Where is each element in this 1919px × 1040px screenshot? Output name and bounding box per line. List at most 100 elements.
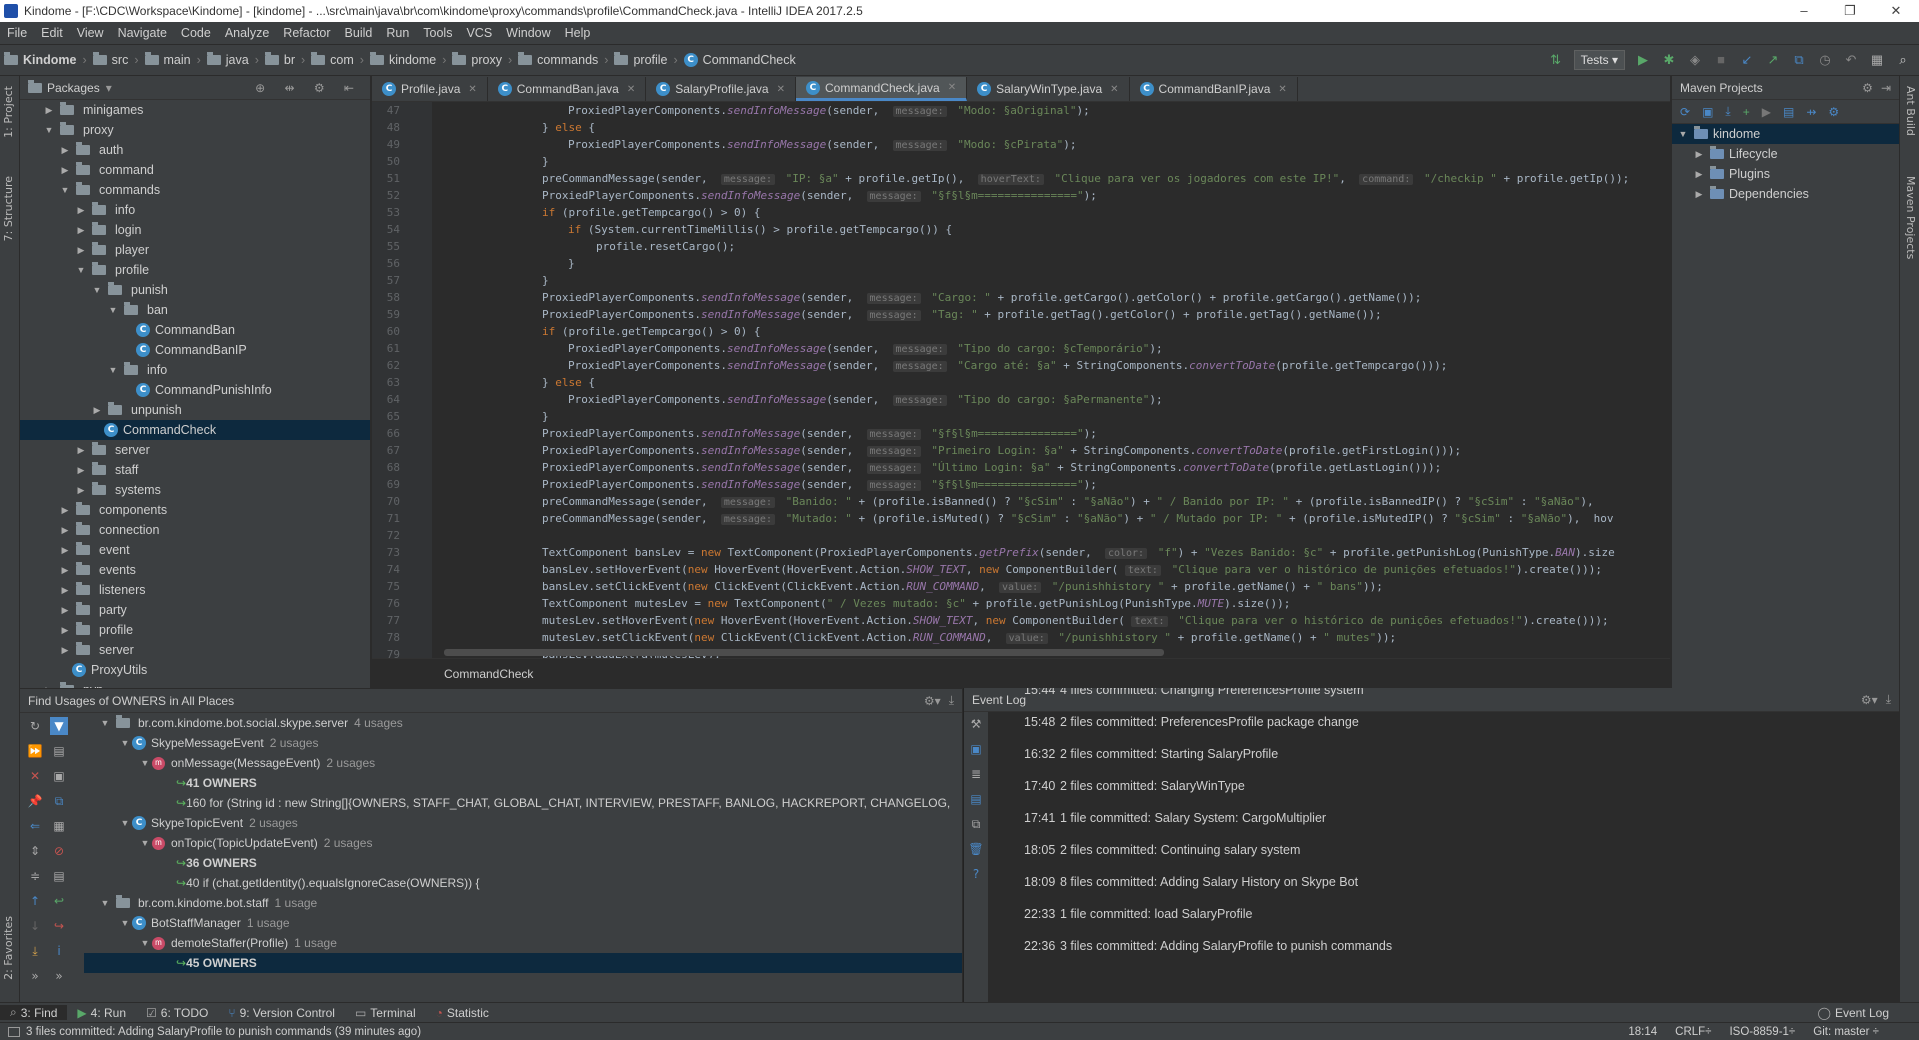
find-result-row[interactable]: ▼ C SkypeMessageEvent 2 usages xyxy=(84,733,962,753)
group-icon[interactable]: ▤ xyxy=(50,742,68,760)
rerun-icon[interactable]: ↻ xyxy=(26,717,44,735)
expanded-arrow-icon[interactable]: ▼ xyxy=(138,933,152,953)
tree-item[interactable]: ▼ commands xyxy=(20,180,370,200)
collapsed-arrow-icon[interactable]: ▶ xyxy=(74,245,88,256)
settings-icon[interactable]: ⚙▾ xyxy=(924,694,941,708)
preview-icon[interactable]: ▣ xyxy=(50,767,68,785)
collapse-icon[interactable]: ≑ xyxy=(26,867,44,885)
generate-sources-icon[interactable]: ▣ xyxy=(1702,105,1713,119)
collapsed-arrow-icon[interactable]: ▶ xyxy=(74,225,88,236)
tool-tab-find[interactable]: ⌕ 3: Find xyxy=(0,1005,68,1020)
minimize-icon[interactable]: – xyxy=(1781,3,1827,19)
editor-tab[interactable]: C CommandCheck.java ✕ xyxy=(795,77,968,101)
tool-tab-terminal[interactable]: ▭ Terminal xyxy=(345,1006,426,1020)
tree-item[interactable]: ▶ server xyxy=(20,640,370,660)
tree-item[interactable]: C CommandCheck xyxy=(20,420,370,440)
tool-tab-version-control[interactable]: ⑂ 9: Version Control xyxy=(218,1006,345,1020)
tool-windows-icon[interactable] xyxy=(8,1026,20,1037)
import-icon[interactable]: ↩ xyxy=(50,892,68,910)
menu-build[interactable]: Build xyxy=(338,26,380,40)
find-result-row[interactable]: ▼ m onTopic(TopicUpdateEvent) 2 usages xyxy=(84,833,962,853)
close-tab-icon[interactable]: ✕ xyxy=(1110,84,1118,95)
tree-item[interactable]: ▶ profile xyxy=(20,620,370,640)
download-icon[interactable]: ⤓ xyxy=(1725,104,1730,119)
build-icon[interactable]: ⇅ xyxy=(1548,52,1564,68)
tool-tab-favorites[interactable]: 2: Favorites xyxy=(2,916,15,980)
tree-item[interactable]: ▼ ban xyxy=(20,300,370,320)
module-icon[interactable]: ▦ xyxy=(50,817,68,835)
run-configuration-select[interactable]: Tests ▾ xyxy=(1573,50,1625,70)
collapsed-arrow-icon[interactable]: ▶ xyxy=(74,465,88,476)
prev-occurrence-icon[interactable]: ↑ xyxy=(26,892,44,910)
expanded-arrow-icon[interactable]: ▼ xyxy=(42,125,56,135)
find-result-row[interactable]: ↪ 160 for (String id : new String[]{OWNE… xyxy=(84,793,962,813)
maven-tree-item[interactable]: ▶ Lifecycle xyxy=(1672,144,1899,164)
tool-tab-todo[interactable]: ☑ 6: TODO xyxy=(136,1006,218,1020)
tree-item[interactable]: ▼ info xyxy=(20,360,370,380)
vcs-commit-icon[interactable]: ↗ xyxy=(1765,52,1781,68)
pin-icon[interactable]: 📌 xyxy=(26,792,44,810)
line-separator[interactable]: CRLF÷ xyxy=(1675,1026,1711,1038)
tree-item[interactable]: ▶ staff xyxy=(20,460,370,480)
tree-item[interactable]: ▶ auth xyxy=(20,140,370,160)
reimport-icon[interactable]: ⟳ xyxy=(1680,105,1690,119)
editor-breadcrumb-class[interactable]: CommandCheck xyxy=(444,667,533,681)
collapsed-arrow-icon[interactable]: ▶ xyxy=(58,525,72,536)
collapsed-arrow-icon[interactable]: ▶ xyxy=(74,445,88,456)
caret-position[interactable]: 18:14 xyxy=(1628,1026,1657,1038)
info-icon[interactable]: i xyxy=(50,942,68,960)
expanded-arrow-icon[interactable]: ▼ xyxy=(138,833,152,853)
editor-tab[interactable]: C CommandBanIP.java ✕ xyxy=(1130,77,1298,101)
tree-item[interactable]: C ProxyUtils xyxy=(20,660,370,680)
collapsed-arrow-icon[interactable]: ▶ xyxy=(42,105,56,116)
status-message[interactable]: 3 files committed: Adding SalaryProfile … xyxy=(26,1026,421,1038)
tree-item[interactable]: ▶pvp xyxy=(20,680,370,688)
expanded-arrow-icon[interactable]: ▼ xyxy=(118,913,132,933)
tree-item[interactable]: ▶ events xyxy=(20,560,370,580)
skip-tests-icon[interactable]: ⇸ xyxy=(1806,105,1816,119)
find-result-row[interactable]: ▼ m demoteStaffer(Profile) 1 usage xyxy=(84,933,962,953)
collapsed-arrow-icon[interactable]: ▶ xyxy=(74,485,88,496)
breadcrumb-com[interactable]: com xyxy=(307,52,358,67)
more-icon[interactable]: » xyxy=(26,967,44,985)
clear-icon[interactable]: 🗑 xyxy=(964,837,988,862)
editor-tab[interactable]: C SalaryWinType.java ✕ xyxy=(967,77,1130,101)
collapsed-arrow-icon[interactable]: ▶ xyxy=(58,625,72,636)
breadcrumb-kindome[interactable]: kindome xyxy=(366,52,440,67)
tree-item[interactable]: ▼ profile xyxy=(20,260,370,280)
settings-icon[interactable]: ⚒ xyxy=(964,712,988,737)
find-result-row[interactable]: ↪ 41 OWNERS xyxy=(84,773,962,793)
menu-view[interactable]: View xyxy=(70,26,111,40)
find-result-row[interactable]: ↪ 45 OWNERS xyxy=(84,953,962,973)
expanded-arrow-icon[interactable]: ▼ xyxy=(118,813,132,833)
tool-tab-structure[interactable]: 7: Structure xyxy=(2,176,15,241)
vcs-history-icon[interactable]: ◷ xyxy=(1817,52,1833,68)
help-icon[interactable]: ? xyxy=(964,862,988,887)
close-tab-icon[interactable]: ✕ xyxy=(777,84,785,95)
collapsed-arrow-icon[interactable]: ▶ xyxy=(1692,149,1706,160)
editor-tab[interactable]: C Profile.java ✕ xyxy=(372,77,488,101)
expanded-arrow-icon[interactable]: ▼ xyxy=(90,285,104,295)
menu-tools[interactable]: Tools xyxy=(416,26,459,40)
tree-item[interactable]: ▼ proxy xyxy=(20,120,370,140)
expanded-arrow-icon[interactable]: ▼ xyxy=(1676,129,1690,139)
debug-icon[interactable]: ✱ xyxy=(1661,52,1677,68)
package-icon[interactable]: ▤ xyxy=(50,867,68,885)
run-icon[interactable]: ▶ xyxy=(1635,52,1651,68)
restore-icon[interactable]: ❐ xyxy=(1827,3,1873,19)
tree-item[interactable]: ▶ party xyxy=(20,600,370,620)
project-structure-icon[interactable]: ▦ xyxy=(1869,52,1885,68)
menu-run[interactable]: Run xyxy=(379,26,416,40)
mark-read-icon[interactable]: ▣ xyxy=(964,737,988,762)
git-branch[interactable]: Git: master ÷ xyxy=(1813,1026,1879,1038)
tree-item[interactable]: ▶ player xyxy=(20,240,370,260)
expanded-arrow-icon[interactable]: ▼ xyxy=(118,733,132,753)
tree-item[interactable]: ▶ login xyxy=(20,220,370,240)
collapsed-arrow-icon[interactable]: ▶ xyxy=(90,405,104,416)
close-tab-icon[interactable]: ✕ xyxy=(468,84,476,95)
maven-tree-item[interactable]: ▶ Plugins xyxy=(1672,164,1899,184)
maven-tree-item[interactable]: ▼ kindome xyxy=(1672,124,1899,144)
close-tab-icon[interactable]: ✕ xyxy=(627,84,635,95)
close-tab-icon[interactable]: ✕ xyxy=(948,82,956,93)
tree-item[interactable]: ▶ event xyxy=(20,540,370,560)
